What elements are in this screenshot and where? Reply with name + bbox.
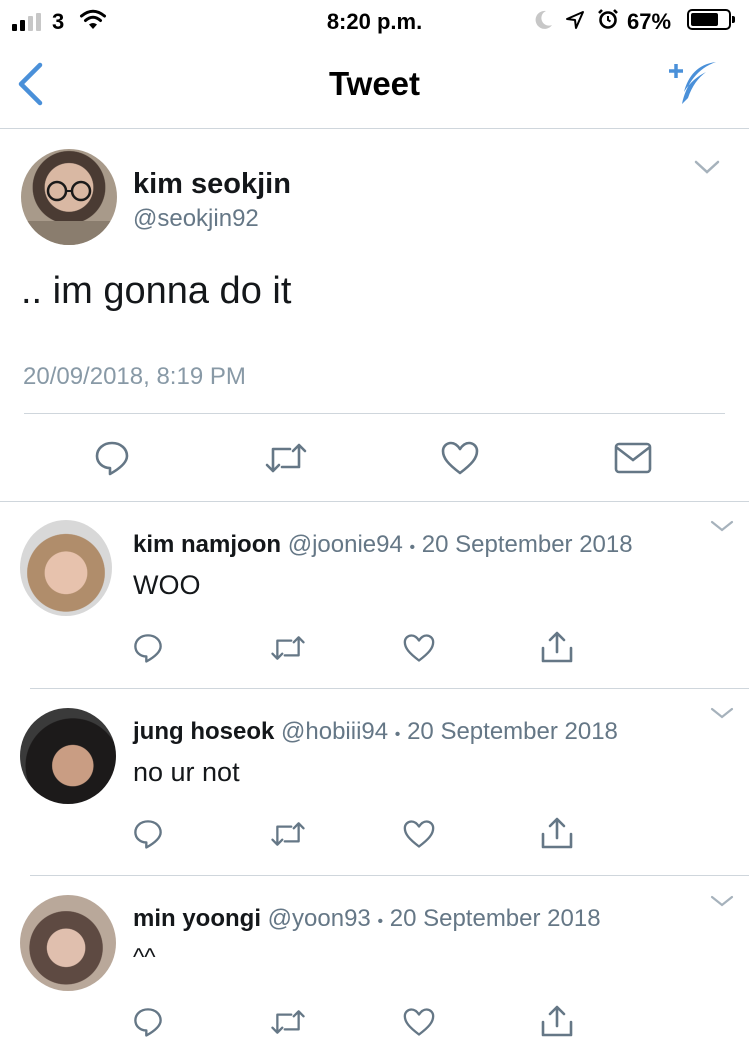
location-icon	[566, 11, 584, 29]
nav-divider	[0, 128, 749, 129]
reply-divider	[30, 875, 749, 876]
share-icon[interactable]	[539, 816, 575, 850]
reply-divider	[30, 688, 749, 689]
share-icon[interactable]	[539, 630, 575, 664]
reply-text: WOO	[133, 570, 201, 600]
author-name[interactable]: jung hoseok	[133, 718, 274, 745]
reply-icon[interactable]	[132, 632, 164, 664]
avatar[interactable]	[20, 895, 116, 991]
author-handle[interactable]: @hobiii94	[281, 718, 388, 745]
mail-icon[interactable]	[613, 441, 653, 475]
author-name[interactable]: min yoongi	[133, 905, 261, 932]
author-name[interactable]: kim namjoon	[133, 531, 281, 558]
tweet-timestamp: 20/09/2018, 8:19 PM	[23, 363, 246, 390]
author-handle[interactable]: @yoon93	[268, 905, 371, 932]
like-icon[interactable]	[402, 819, 436, 849]
alarm-icon	[598, 9, 618, 29]
reply-text: no ur not	[133, 757, 240, 787]
reply-icon[interactable]	[132, 818, 164, 850]
reply-icon[interactable]	[93, 439, 131, 477]
chevron-down-icon[interactable]	[709, 519, 735, 533]
reply-header: min yoongi @yoon93 • 20 September 2018	[133, 905, 601, 933]
page-title: Tweet	[328, 65, 421, 102]
retweet-icon[interactable]	[270, 634, 306, 662]
compose-tweet-button[interactable]	[668, 60, 720, 106]
reply-icon[interactable]	[132, 1006, 164, 1038]
author-handle[interactable]: @seokjin92	[133, 205, 259, 233]
chevron-down-icon[interactable]	[709, 894, 735, 908]
share-icon[interactable]	[539, 1004, 575, 1038]
retweet-icon[interactable]	[270, 820, 306, 848]
main-tweet-divider	[0, 501, 749, 502]
battery-icon	[687, 9, 735, 30]
chevron-down-icon[interactable]	[709, 706, 735, 720]
moon-icon	[535, 10, 552, 29]
reply-header: kim namjoon @joonie94 • 20 September 201…	[133, 531, 633, 559]
action-divider	[24, 413, 725, 414]
avatar[interactable]	[20, 708, 116, 804]
separator-dot: •	[377, 913, 384, 930]
battery-percent: 67%	[627, 9, 672, 34]
tweet-date: 20 September 2018	[421, 531, 633, 558]
like-icon[interactable]	[440, 440, 480, 476]
chevron-down-icon[interactable]	[693, 159, 721, 175]
retweet-icon[interactable]	[264, 441, 308, 475]
avatar[interactable]	[21, 149, 117, 245]
like-icon[interactable]	[402, 1007, 436, 1037]
retweet-icon[interactable]	[270, 1008, 306, 1036]
like-icon[interactable]	[402, 633, 436, 663]
author-handle[interactable]: @joonie94	[288, 531, 403, 558]
separator-dot: •	[409, 539, 416, 556]
reply-header: jung hoseok @hobiii94 • 20 September 201…	[133, 718, 618, 746]
tweet-date: 20 September 2018	[407, 718, 618, 745]
reply-text: ^^	[133, 944, 156, 971]
author-name[interactable]: kim seokjin	[133, 168, 291, 201]
avatar[interactable]	[20, 520, 112, 616]
tweet-date: 20 September 2018	[389, 905, 601, 932]
separator-dot: •	[394, 726, 401, 743]
tweet-text: .. im gonna do it	[21, 270, 292, 312]
